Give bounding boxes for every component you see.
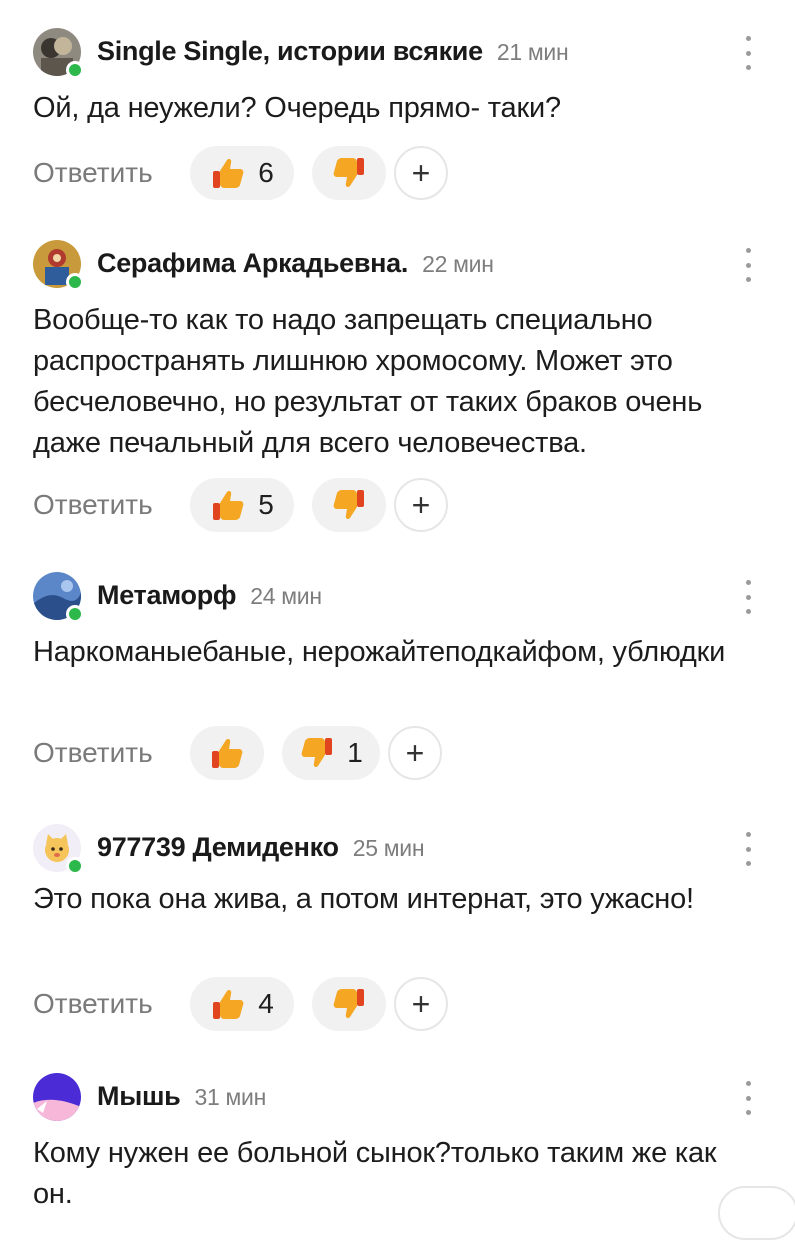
comment-actions: Ответить 6 + <box>33 146 773 200</box>
thumbs-up-icon <box>212 739 243 768</box>
avatar[interactable] <box>33 1073 81 1121</box>
comment-header: Single Single, истории всякие 21 мин <box>33 28 773 79</box>
comment-header: 977739 Демиденко 25 мин <box>33 824 773 875</box>
thumbs-down-icon <box>301 738 333 767</box>
author-name[interactable]: Метаморф 24 мин <box>97 580 322 611</box>
dislike-count: 1 <box>347 737 363 768</box>
author-name[interactable]: 977739 Демиденко 25 мин <box>97 832 425 863</box>
thumbs-down-icon <box>333 490 364 519</box>
comment-text: Вообще-то как то надо запрещать специаль… <box>33 304 703 459</box>
thumbs-up-icon <box>213 491 244 520</box>
add-reaction-button[interactable]: + <box>388 726 442 780</box>
dislike-button[interactable]: 1 <box>282 726 380 780</box>
comment-header: Мышь 31 мин <box>33 1073 773 1123</box>
add-reaction-button[interactable]: + <box>394 146 448 200</box>
floating-action-button[interactable] <box>718 1186 795 1240</box>
comment-time: 22 мин <box>422 251 494 277</box>
like-button[interactable]: 4 <box>190 977 294 1031</box>
reply-button[interactable]: Ответить <box>33 737 153 769</box>
thumbs-down-icon <box>333 158 364 187</box>
more-options-icon[interactable] <box>738 832 758 866</box>
online-status-indicator <box>66 273 84 291</box>
comment-time: 25 мин <box>352 835 425 861</box>
comment-time: 31 мин <box>194 1084 266 1110</box>
comment-text: Кому нужен ее больной сынок?только таким… <box>33 1137 717 1210</box>
reply-button[interactable]: Ответить <box>33 157 153 189</box>
more-options-icon[interactable] <box>738 580 758 614</box>
comment-time: 24 мин <box>250 583 322 609</box>
dislike-button[interactable] <box>312 977 386 1031</box>
more-options-icon[interactable] <box>738 36 758 70</box>
add-reaction-button[interactable]: + <box>394 977 448 1031</box>
like-count: 4 <box>258 988 274 1019</box>
thumbs-down-icon <box>333 989 364 1018</box>
author-name[interactable]: Серафима Аркадьевна. 22 мин <box>97 248 494 279</box>
comment-header: Метаморф 24 мин <box>33 572 773 623</box>
like-count: 6 <box>258 157 274 188</box>
comment-header: Серафима Аркадьевна. 22 мин <box>33 240 773 291</box>
like-button[interactable]: 5 <box>190 478 294 532</box>
online-status-indicator <box>66 857 84 875</box>
online-status-indicator <box>66 605 84 623</box>
add-reaction-button[interactable]: + <box>394 478 448 532</box>
comment-text: Наркоманыебаные, нерожайтеподкайфом, убл… <box>33 636 726 668</box>
more-options-icon[interactable] <box>738 1081 758 1115</box>
comment-text: Это пока она жива, а потом интернат, это… <box>33 883 694 915</box>
author-name[interactable]: Single Single, истории всякие 21 мин <box>97 36 569 67</box>
like-button[interactable]: 6 <box>190 146 294 200</box>
online-status-indicator <box>66 61 84 79</box>
dislike-button[interactable] <box>312 146 386 200</box>
thumbs-up-icon <box>213 159 244 188</box>
comment-actions: Ответить 4 + <box>33 977 773 1031</box>
like-count: 5 <box>258 489 274 520</box>
comment-actions: Ответить 1 + <box>33 726 773 780</box>
dislike-button[interactable] <box>312 478 386 532</box>
comment-actions: Ответить 5 + <box>33 478 773 532</box>
like-button[interactable] <box>190 726 264 780</box>
thumbs-up-icon <box>213 990 244 1019</box>
comment-time: 21 мин <box>496 39 569 65</box>
comment-text: Ой, да неужели? Очередь прямо- таки? <box>33 92 561 124</box>
more-options-icon[interactable] <box>738 248 758 282</box>
author-name[interactable]: Мышь 31 мин <box>97 1081 266 1112</box>
reply-button[interactable]: Ответить <box>33 988 153 1020</box>
reply-button[interactable]: Ответить <box>33 489 153 521</box>
